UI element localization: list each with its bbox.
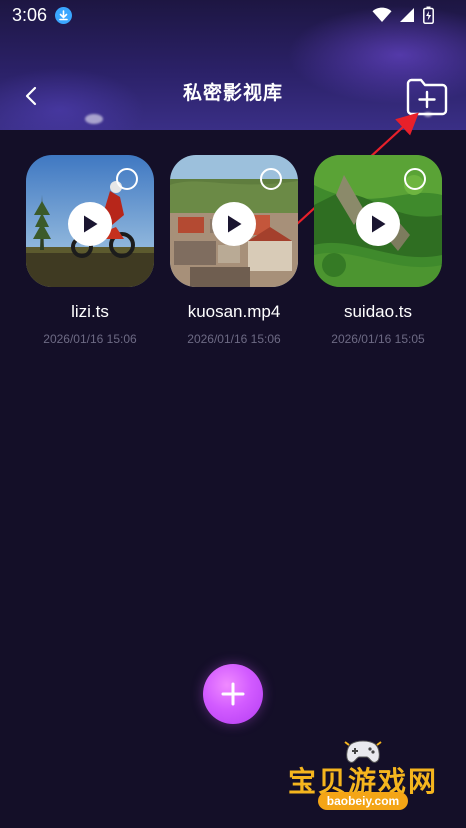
video-name: suidao.ts [343, 302, 413, 321]
play-button[interactable] [212, 202, 256, 246]
video-date: 2026/01/16 15:06 [43, 332, 137, 346]
video-thumbnail[interactable] [26, 155, 154, 287]
watermark: 宝贝游戏网 baobeiy.com [288, 736, 438, 820]
video-name: lizi.ts [71, 302, 109, 321]
select-toggle[interactable] [116, 168, 138, 190]
video-thumbnail[interactable] [314, 155, 442, 287]
select-toggle[interactable] [260, 168, 282, 190]
play-icon [84, 215, 98, 233]
watermark-url: baobeiy.com [318, 792, 408, 810]
select-toggle[interactable] [404, 168, 426, 190]
play-button[interactable] [356, 202, 400, 246]
play-icon [372, 215, 386, 233]
video-thumbnail[interactable] [170, 155, 298, 287]
play-icon [228, 215, 242, 233]
add-video-button[interactable] [203, 664, 263, 724]
video-name: kuosan.mp4 [187, 302, 281, 321]
video-date: 2026/01/16 15:06 [187, 332, 281, 346]
play-button[interactable] [68, 202, 112, 246]
plus-icon [221, 682, 245, 706]
video-date: 2026/01/16 15:05 [331, 332, 425, 346]
